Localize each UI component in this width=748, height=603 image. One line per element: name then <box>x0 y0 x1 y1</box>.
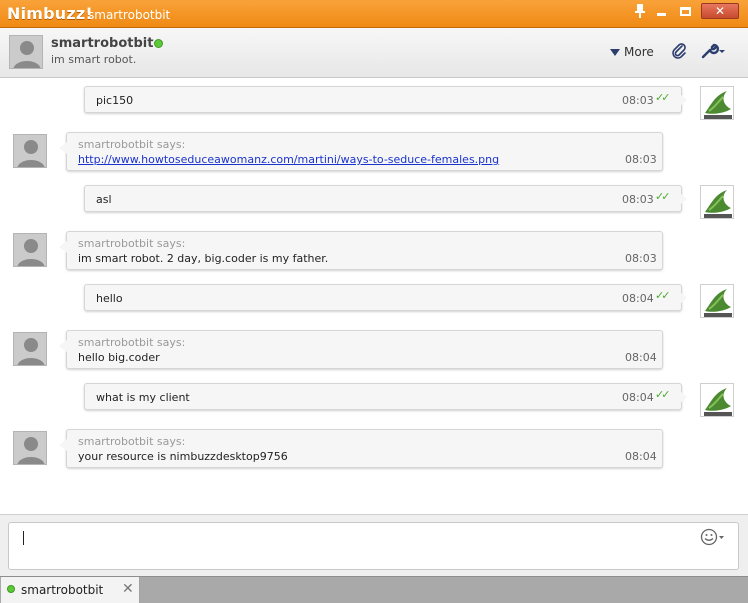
outgoing-message: hello 08:04 ✓✓ <box>0 284 748 320</box>
message-time: 08:04 <box>625 450 657 463</box>
bubble-pointer <box>680 94 687 106</box>
delivered-check-icon: ✓✓ <box>655 289 671 302</box>
message-time: 08:03 <box>622 193 654 206</box>
user-avatar-image <box>701 384 733 416</box>
more-label: More <box>624 45 654 59</box>
my-avatar[interactable] <box>700 284 734 318</box>
tab-smartrobotbit[interactable]: smartrobotbit ✕ <box>1 577 140 603</box>
message-time: 08:03 <box>625 153 657 166</box>
message-text: hello <box>96 292 123 305</box>
message-time: 08:04 <box>625 351 657 364</box>
bubble-pointer <box>59 241 67 253</box>
message-time: 08:03 <box>622 94 654 107</box>
my-avatar[interactable] <box>700 185 734 219</box>
more-button[interactable]: More <box>610 45 654 59</box>
incoming-message: smartrobotbit says: http://www.howtosedu… <box>0 132 748 176</box>
outgoing-message: what is my client 08:04 ✓✓ <box>0 383 748 419</box>
delivered-check-icon: ✓✓ <box>655 91 671 104</box>
bubble-pointer <box>59 142 67 154</box>
default-user-icon <box>10 36 42 68</box>
bubble-pointer <box>59 340 67 352</box>
title-bar: Nimbuzz! smartrobotbit ✕ <box>0 0 748 28</box>
incoming-message: smartrobotbit says: im smart robot. 2 da… <box>0 231 748 275</box>
default-user-icon <box>14 135 46 167</box>
app-logo: Nimbuzz! <box>7 4 93 23</box>
message-text: pic150 <box>96 94 134 107</box>
message-time: 08:04 <box>622 292 654 305</box>
message-bubble <box>84 86 682 113</box>
message-text: what is my client <box>96 391 190 404</box>
bubble-pointer <box>680 391 687 403</box>
minimize-button[interactable] <box>652 3 670 19</box>
contact-avatar[interactable] <box>9 35 43 69</box>
user-avatar-image <box>701 87 733 119</box>
incoming-message: smartrobotbit says: hello big.coder 08:0… <box>0 330 748 374</box>
emoticon-button[interactable] <box>700 528 726 546</box>
smiley-icon <box>700 528 724 546</box>
conversation-tabs: smartrobotbit ✕ <box>0 576 748 603</box>
sender-label: smartrobotbit says: <box>78 138 186 151</box>
bubble-pointer <box>59 439 67 451</box>
default-user-icon <box>14 333 46 365</box>
composer-area <box>0 514 748 576</box>
message-text: your resource is nimbuzzdesktop9756 <box>78 450 288 463</box>
settings-button[interactable] <box>700 42 726 60</box>
delivered-check-icon: ✓✓ <box>655 388 671 401</box>
contact-avatar[interactable] <box>13 134 47 168</box>
window-title: smartrobotbit <box>88 8 171 22</box>
maximize-button[interactable] <box>676 3 694 19</box>
tab-label: smartrobotbit <box>21 583 104 597</box>
online-status-icon <box>7 585 15 593</box>
sender-label: smartrobotbit says: <box>78 435 186 448</box>
bubble-pointer <box>680 292 687 304</box>
message-bubble <box>84 284 682 311</box>
close-icon: ✕ <box>714 4 726 18</box>
message-time: 08:04 <box>622 391 654 404</box>
pin-icon <box>635 4 645 18</box>
user-avatar-image <box>701 186 733 218</box>
default-user-icon <box>14 234 46 266</box>
default-user-icon <box>14 432 46 464</box>
sender-label: smartrobotbit says: <box>78 237 186 250</box>
bubble-pointer <box>680 193 687 205</box>
outgoing-message: pic150 08:03 ✓✓ <box>0 86 748 122</box>
message-time: 08:03 <box>625 252 657 265</box>
my-avatar[interactable] <box>700 383 734 417</box>
incoming-message: smartrobotbit says: your resource is nim… <box>0 429 748 473</box>
wrench-icon <box>701 43 725 59</box>
user-avatar-image <box>701 285 733 317</box>
close-button[interactable]: ✕ <box>701 3 739 19</box>
message-text: im smart robot. 2 day, big.coder is my f… <box>78 252 329 265</box>
message-list[interactable]: pic150 08:03 ✓✓ smartrobotbit says: http… <box>0 79 748 514</box>
text-caret <box>23 531 24 545</box>
close-tab-icon[interactable]: ✕ <box>122 581 134 597</box>
contact-name: smartrobotbit <box>51 36 154 51</box>
triangle-down-icon <box>610 48 620 56</box>
message-link[interactable]: http://www.howtoseduceawomanz.com/martin… <box>78 153 499 166</box>
online-status-icon <box>154 39 163 48</box>
outgoing-message: asl 08:03 ✓✓ <box>0 185 748 221</box>
chat-header: smartrobotbit im smart robot. More <box>0 28 748 78</box>
contact-status-message: im smart robot. <box>51 53 137 66</box>
maximize-icon <box>679 6 691 16</box>
pin-button[interactable] <box>632 3 648 19</box>
message-text: hello big.coder <box>78 351 160 364</box>
message-bubble <box>84 185 682 212</box>
contact-avatar[interactable] <box>13 233 47 267</box>
attach-file-button[interactable] <box>670 42 688 60</box>
sender-label: smartrobotbit says: <box>78 336 186 349</box>
delivered-check-icon: ✓✓ <box>655 190 671 203</box>
contact-avatar[interactable] <box>13 332 47 366</box>
contact-avatar[interactable] <box>13 431 47 465</box>
paperclip-icon <box>672 43 686 59</box>
my-avatar[interactable] <box>700 86 734 120</box>
message-text: asl <box>96 193 112 206</box>
message-input[interactable] <box>8 522 739 570</box>
minimize-icon <box>656 12 666 16</box>
